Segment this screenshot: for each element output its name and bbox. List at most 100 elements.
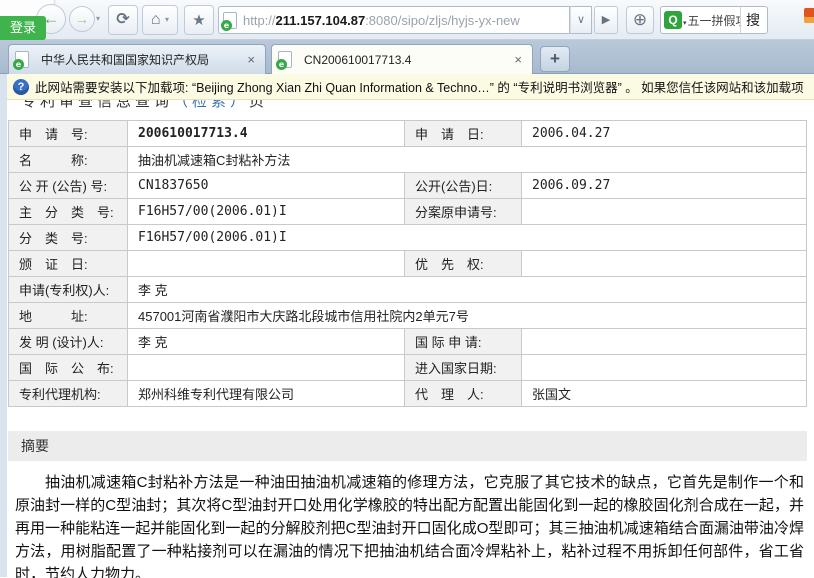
search-button[interactable]: 搜: [740, 7, 766, 33]
field-label: 颁 证 日:: [9, 251, 128, 277]
field-label: 申请(专利权)人:: [9, 277, 128, 303]
table-row: 公 开 (公告) 号: CN1837650 公开(公告)日: 2006.09.2…: [9, 173, 807, 199]
table-row: 专利代理机构: 郑州科维专利代理有限公司 代 理 人: 张国文: [9, 381, 807, 407]
field-label: 公开(公告)日:: [405, 173, 522, 199]
applicant: 李 克: [128, 277, 807, 303]
international-publication: [128, 355, 405, 381]
table-row: 颁 证 日: 优 先 权:: [9, 251, 807, 277]
field-label: 国 际 申 请:: [405, 329, 522, 355]
ie-page-icon: e: [276, 59, 287, 70]
obscured-heading-text: 专利审查信息查询（检索）页: [21, 100, 268, 111]
tab2-favicon-icon: e: [278, 51, 292, 68]
home-caret-icon: ▾: [165, 15, 169, 24]
star-icon: ★: [192, 12, 205, 29]
table-row: 发 明 (设计)人: 李 克 国 际 申 请:: [9, 329, 807, 355]
obscured-heading-link: （检索）: [173, 100, 249, 110]
url-path: :8080/sipo/zljs/hyjs-yx-new: [365, 13, 520, 28]
page-content: ? 此网站需要安装以下加载项: “Beijing Zhong Xian Zhi …: [0, 74, 814, 577]
classification: F16H57/00(2006.01)I: [128, 225, 807, 251]
page-favicon-icon: e: [223, 12, 237, 29]
tab1-close-icon[interactable]: ×: [243, 52, 259, 67]
forward-history-caret-icon[interactable]: ▾: [96, 14, 100, 23]
forward-button[interactable]: →: [69, 6, 95, 32]
field-label: 专利代理机构:: [9, 381, 128, 407]
tab-patent-cn200610017713[interactable]: e CN200610017713.4 ×: [271, 44, 533, 74]
refresh-icon: ⟳: [116, 11, 129, 28]
browser-toolbar: 登录 ← → ▾ ⟳ ⌂ ▾ ★ e http://211.157.104.87…: [0, 0, 814, 40]
address-dropdown-button[interactable]: ∨: [570, 6, 592, 34]
field-label: 申 请 日:: [405, 121, 522, 147]
priority: [522, 251, 807, 277]
table-row: 分 类 号: F16H57/00(2006.01)I: [9, 225, 807, 251]
shield-plus-icon: ⊕: [633, 10, 647, 29]
addon-infobar-text: 此网站需要安装以下加载项: “Beijing Zhong Xian Zhi Qu…: [35, 77, 804, 96]
field-label: 申 请 号:: [9, 121, 128, 147]
search-input[interactable]: [688, 13, 740, 27]
agent: 张国文: [522, 381, 807, 407]
international-application: [522, 329, 807, 355]
inventor: 李 克: [128, 329, 405, 355]
obscured-page-heading: 专利审查信息查询（检索）页: [7, 100, 814, 117]
tab2-close-icon[interactable]: ×: [510, 52, 526, 67]
go-arrow-icon: ▶: [602, 14, 610, 26]
field-label: 进入国家日期:: [405, 355, 522, 381]
table-row: 地 址: 457001河南省濮阳市大庆路北段城市信用社院内2单元7号: [9, 303, 807, 329]
table-row: 申 请 号: 200610017713.4 申 请 日: 2006.04.27: [9, 121, 807, 147]
patent-title: 抽油机减速箱C封粘补方法: [128, 147, 807, 173]
tab1-title: 中华人民共和国国家知识产权局: [41, 51, 243, 68]
table-row: 名 称: 抽油机减速箱C封粘补方法: [9, 147, 807, 173]
field-label: 地 址:: [9, 303, 128, 329]
tab1-favicon-icon: e: [15, 51, 29, 68]
table-row: 国 际 公 布: 进入国家日期:: [9, 355, 807, 381]
tab2-title: CN200610017713.4: [304, 53, 510, 67]
divisional-original-number: [522, 199, 807, 225]
abstract-text: 抽油机减速箱C封粘补方法是一种油田抽油机减速箱的修理方法，它克服了其它技术的缺点…: [7, 461, 814, 578]
ie-page-icon: e: [221, 20, 232, 31]
patent-info-table: 申 请 号: 200610017713.4 申 请 日: 2006.04.27 …: [8, 120, 807, 407]
forward-arrow-icon: →: [75, 11, 89, 27]
obscured-heading-left: 专利审查信息查询: [21, 100, 173, 110]
new-tab-button[interactable]: +: [540, 46, 570, 72]
tab-sipo-home[interactable]: e 中华人民共和国国家知识产权局 ×: [8, 44, 266, 74]
security-shield-button[interactable]: ⊕: [626, 6, 654, 34]
field-label: 分案原申请号:: [405, 199, 522, 225]
address: 457001河南省濮阳市大庆路北段城市信用社院内2单元7号: [128, 303, 807, 329]
publication-number: CN1837650: [128, 173, 405, 199]
address-bar[interactable]: e http://211.157.104.87:8080/sipo/zljs/h…: [218, 6, 570, 34]
url-host: 211.157.104.87: [276, 13, 366, 28]
search-engine-icon[interactable]: Q: [664, 11, 682, 29]
field-label: 分 类 号:: [9, 225, 128, 251]
home-button[interactable]: ⌂ ▾: [142, 5, 178, 35]
refresh-button[interactable]: ⟳: [108, 5, 138, 35]
go-button[interactable]: ▶: [594, 6, 618, 34]
patent-agency: 郑州科维专利代理有限公司: [128, 381, 405, 407]
url-text: http://211.157.104.87:8080/sipo/zljs/hyj…: [243, 13, 520, 28]
field-label: 名 称:: [9, 147, 128, 173]
table-row: 主 分 类 号: F16H57/00(2006.01)I 分案原申请号:: [9, 199, 807, 225]
application-number: 200610017713.4: [128, 121, 405, 147]
url-scheme: http://: [243, 13, 276, 28]
promo-icon[interactable]: [804, 8, 814, 23]
addon-info-icon: ?: [13, 79, 29, 95]
chevron-down-icon: ∨: [577, 14, 585, 26]
publication-date: 2006.09.27: [522, 173, 807, 199]
login-badge[interactable]: 登录: [0, 16, 46, 40]
field-label: 代 理 人:: [405, 381, 522, 407]
field-label: 主 分 类 号:: [9, 199, 128, 225]
field-label: 发 明 (设计)人:: [9, 329, 128, 355]
addon-install-infobar[interactable]: ? 此网站需要安装以下加载项: “Beijing Zhong Xian Zhi …: [7, 74, 814, 100]
obscured-heading-right: 页: [249, 100, 268, 110]
home-icon: ⌂: [151, 11, 161, 28]
abstract-heading: 摘要: [8, 431, 807, 461]
field-label: 公 开 (公告) 号:: [9, 173, 128, 199]
application-date: 2006.04.27: [522, 121, 807, 147]
favorites-button[interactable]: ★: [184, 5, 214, 35]
main-classification: F16H57/00(2006.01)I: [128, 199, 405, 225]
tab-bar: e 中华人民共和国国家知识产权局 × e CN200610017713.4 × …: [0, 40, 814, 74]
certificate-date: [128, 251, 405, 277]
search-box: Q ▾ 搜: [660, 6, 768, 34]
ie-page-icon: e: [13, 59, 24, 70]
search-engine-caret-icon[interactable]: ▾: [683, 19, 687, 27]
national-entry-date: [522, 355, 807, 381]
field-label: 国 际 公 布:: [9, 355, 128, 381]
